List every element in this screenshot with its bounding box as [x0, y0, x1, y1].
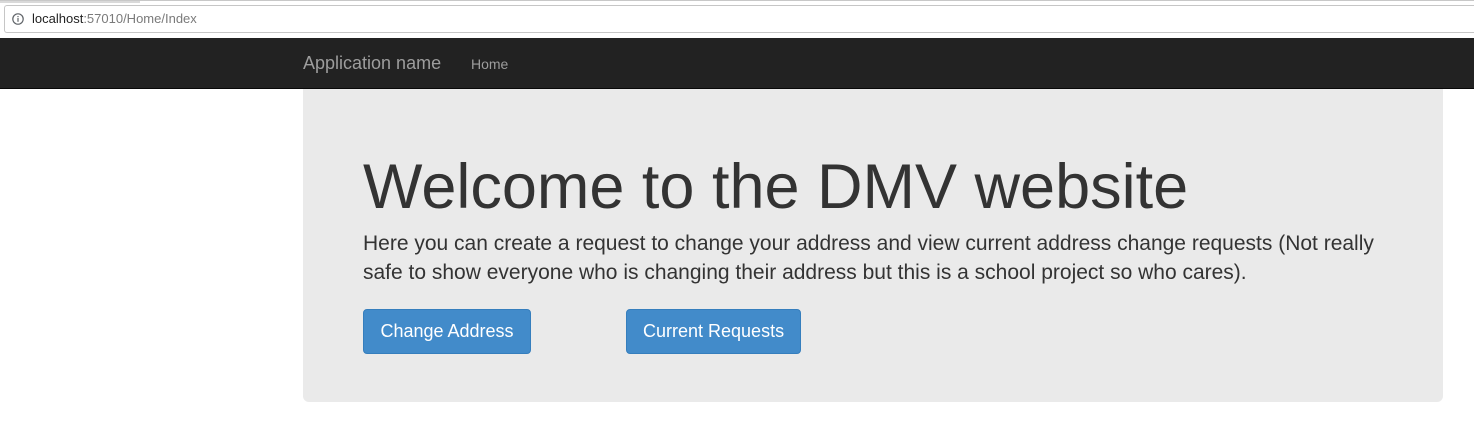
url-field[interactable]: localhost:57010/Home/Index: [4, 5, 1474, 33]
url-host: localhost: [32, 11, 84, 26]
current-requests-button[interactable]: Current Requests: [626, 309, 801, 354]
change-address-button[interactable]: Change Address: [363, 309, 531, 354]
jumbotron: Welcome to the DMV website Here you can …: [303, 89, 1443, 402]
browser-address-bar: localhost:57010/Home/Index: [0, 0, 1474, 38]
url-text[interactable]: localhost:57010/Home/Index: [32, 11, 197, 27]
page-title: Welcome to the DMV website: [363, 152, 1189, 222]
url-path: :57010/Home/Index: [83, 11, 197, 26]
top-navbar: Application name Home: [0, 38, 1474, 89]
tab-strip-edge: [0, 1, 140, 3]
info-circle-icon[interactable]: [12, 13, 24, 25]
navbar-brand-link[interactable]: Application name: [303, 52, 441, 74]
nav-link-home[interactable]: Home: [471, 55, 508, 73]
lead-text: Here you can create a request to change …: [363, 232, 1374, 284]
